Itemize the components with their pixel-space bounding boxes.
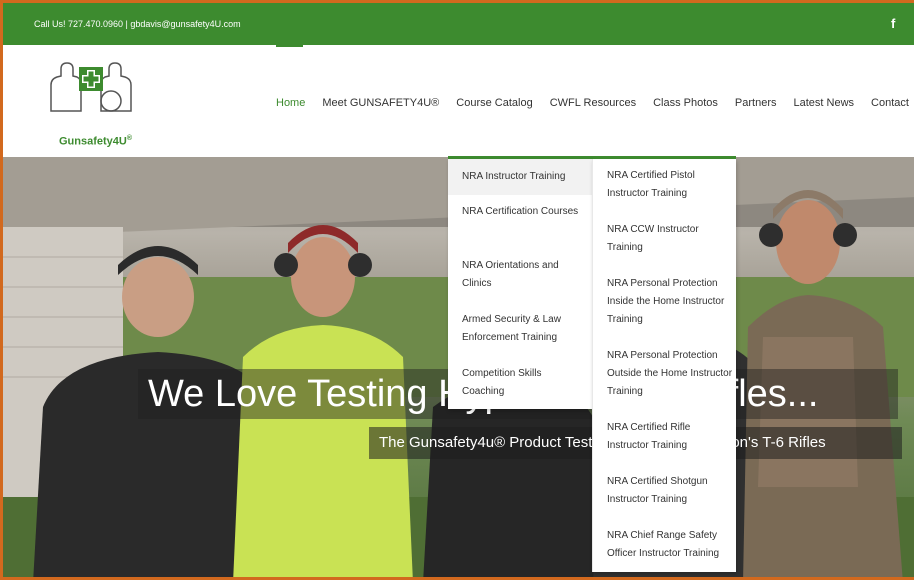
- top-bar: Call Us! 727.470.0960 | gbdavis@gunsafet…: [3, 3, 914, 45]
- submenu-item-rifle-instructor[interactable]: NRA Certified Rifle Instructor Training: [607, 419, 733, 455]
- nav-item-latest-news[interactable]: Latest News: [793, 97, 854, 109]
- facebook-icon[interactable]: f: [891, 16, 895, 31]
- page-frame: Call Us! 727.470.0960 | gbdavis@gunsafet…: [0, 0, 914, 580]
- menu-item-nra-certification-courses[interactable]: NRA Certification Courses: [462, 203, 586, 221]
- nav-item-contact[interactable]: Contact: [871, 97, 909, 109]
- course-catalog-dropdown: NRA Instructor Training NRA Certificatio…: [448, 159, 592, 409]
- target-cross-icon: [50, 62, 132, 112]
- menu-item-nra-instructor-training[interactable]: NRA Instructor Training: [448, 159, 592, 195]
- nav-item-home[interactable]: Home: [276, 97, 305, 109]
- nav-item-class-photos[interactable]: Class Photos: [653, 97, 718, 109]
- site-logo[interactable]: Gunsafety4U®: [43, 55, 143, 150]
- submenu-item-ccw-instructor[interactable]: NRA CCW Instructor Training: [607, 221, 733, 257]
- submenu-item-shotgun-instructor[interactable]: NRA Certified Shotgun Instructor Trainin…: [607, 473, 733, 509]
- nav-item-partners[interactable]: Partners: [735, 97, 777, 109]
- menu-item-armed-security[interactable]: Armed Security & Law Enforcement Trainin…: [462, 311, 586, 347]
- menu-item-nra-orientations-clinics[interactable]: NRA Orientations and Clinics: [462, 257, 586, 293]
- menu-item-competition-skills[interactable]: Competition Skills Coaching: [462, 365, 586, 401]
- site-header: Gunsafety4U® Home Meet GUNSAFETY4U® Cour…: [3, 45, 914, 157]
- submenu-item-pistol-instructor[interactable]: NRA Certified Pistol Instructor Training: [607, 167, 733, 203]
- nav-active-indicator: [276, 45, 303, 47]
- submenu-item-chief-rso[interactable]: NRA Chief Range Safety Officer Instructo…: [607, 527, 733, 563]
- nav-item-cwfl-resources[interactable]: CWFL Resources: [550, 97, 636, 109]
- nav-item-course-catalog[interactable]: Course Catalog: [456, 97, 532, 109]
- submenu-item-pp-outside-home[interactable]: NRA Personal Protection Outside the Home…: [607, 347, 733, 401]
- submenu-item-pp-inside-home[interactable]: NRA Personal Protection Inside the Home …: [607, 275, 733, 329]
- nav-item-meet[interactable]: Meet GUNSAFETY4U®: [322, 97, 439, 109]
- main-nav: Home Meet GUNSAFETY4U® Course Catalog CW…: [276, 96, 914, 110]
- logo-wordmark: Gunsafety4U®: [59, 135, 133, 148]
- nra-instructor-submenu: NRA Certified Pistol Instructor Training…: [592, 159, 736, 572]
- contact-info[interactable]: Call Us! 727.470.0960 | gbdavis@gunsafet…: [34, 19, 241, 29]
